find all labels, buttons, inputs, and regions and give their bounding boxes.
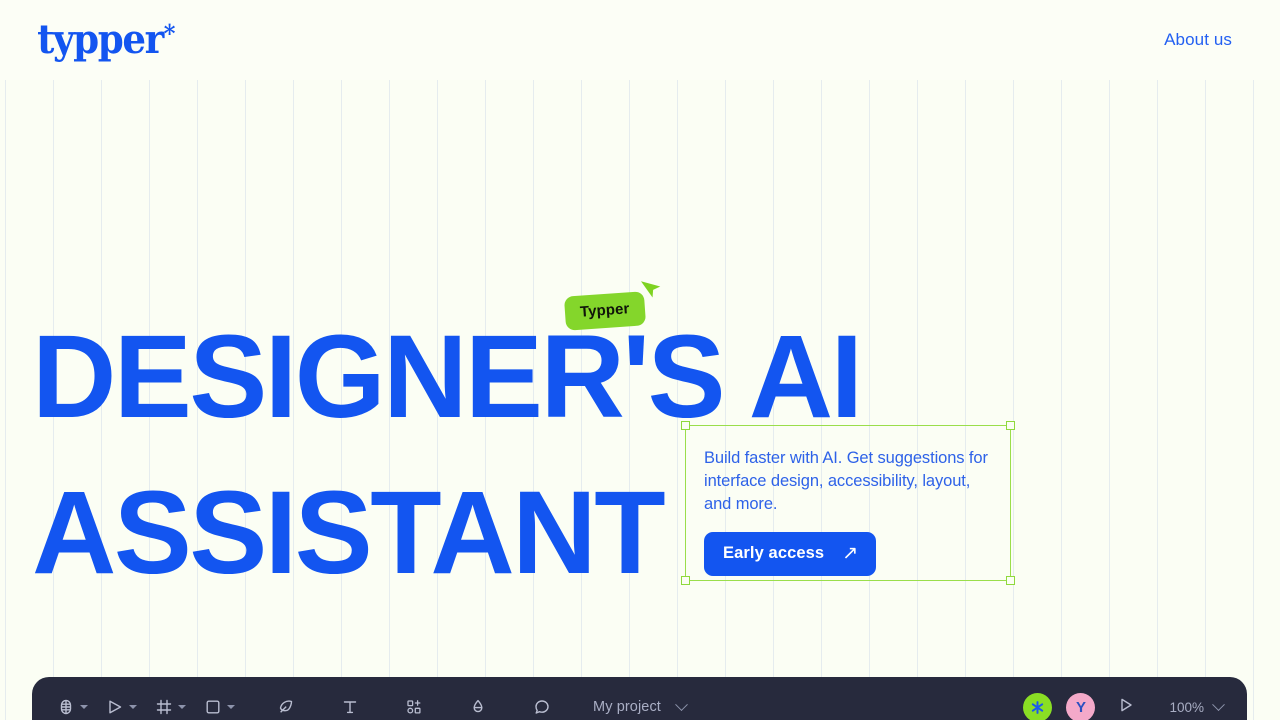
text-tool-button[interactable] xyxy=(334,692,366,720)
menu-caret-icon xyxy=(80,705,88,709)
frame-caret-icon xyxy=(178,705,186,709)
nav-about-us[interactable]: About us xyxy=(1164,30,1232,50)
project-name-label: My project xyxy=(593,699,661,715)
avatar-asterisk[interactable] xyxy=(1023,692,1053,720)
components-icon xyxy=(405,698,423,716)
pen-tool-button[interactable] xyxy=(270,692,302,720)
toolbar-tools-group xyxy=(32,692,558,720)
selection-handle-top-left[interactable] xyxy=(681,421,690,430)
text-icon xyxy=(341,698,359,716)
arrow-up-right-icon: ↗ xyxy=(842,543,859,565)
frame-icon xyxy=(155,698,173,716)
cursor-tool-button[interactable] xyxy=(99,692,144,720)
selection-handle-bottom-right[interactable] xyxy=(1006,576,1015,585)
logo-asterisk: * xyxy=(163,19,176,48)
menu-icon xyxy=(57,698,75,716)
project-selector[interactable]: My project xyxy=(581,693,698,720)
present-button[interactable] xyxy=(1109,692,1143,720)
editor-toolbar: My project Y 100% xyxy=(32,677,1247,720)
avatar-y[interactable]: Y xyxy=(1066,692,1096,720)
cursor-caret-icon xyxy=(129,705,137,709)
zoom-control[interactable]: 100% xyxy=(1159,695,1229,720)
selection-handle-bottom-left[interactable] xyxy=(681,576,690,585)
typper-logo[interactable]: typper * xyxy=(37,16,176,63)
toolbar-right-group: Y 100% xyxy=(1023,677,1229,720)
menu-icon-button[interactable] xyxy=(50,692,95,720)
zoom-level-label: 100% xyxy=(1169,699,1204,715)
early-access-button[interactable]: Early access ↗ xyxy=(704,532,877,577)
rectangle-icon xyxy=(204,698,222,716)
promo-card: Build faster with AI. Get suggestions fo… xyxy=(704,447,994,577)
app-canvas: typper * About us DESIGNER'S AI ASSISTAN… xyxy=(0,0,1280,720)
comment-tool-button[interactable] xyxy=(526,692,558,720)
rectangle-caret-icon xyxy=(227,705,235,709)
logo-wordmark: typper xyxy=(37,16,164,63)
paint-icon xyxy=(469,698,487,716)
cursor-icon xyxy=(106,698,124,716)
rectangle-tool-button[interactable] xyxy=(197,692,242,720)
early-access-label: Early access xyxy=(723,544,825,563)
comment-icon xyxy=(533,698,551,716)
chevron-down-icon xyxy=(675,697,688,711)
promo-card-text: Build faster with AI. Get suggestions fo… xyxy=(704,449,988,513)
canvas-grid xyxy=(0,80,1280,720)
components-tool-button[interactable] xyxy=(398,692,430,720)
pen-icon xyxy=(277,698,295,716)
frame-tool-button[interactable] xyxy=(148,692,193,720)
site-header: typper * About us xyxy=(0,0,1280,80)
zoom-chevron-down-icon xyxy=(1212,697,1225,711)
selection-handle-top-right[interactable] xyxy=(1006,421,1015,430)
cursor-name-label: Typper xyxy=(563,291,646,331)
paint-tool-button[interactable] xyxy=(462,692,494,720)
